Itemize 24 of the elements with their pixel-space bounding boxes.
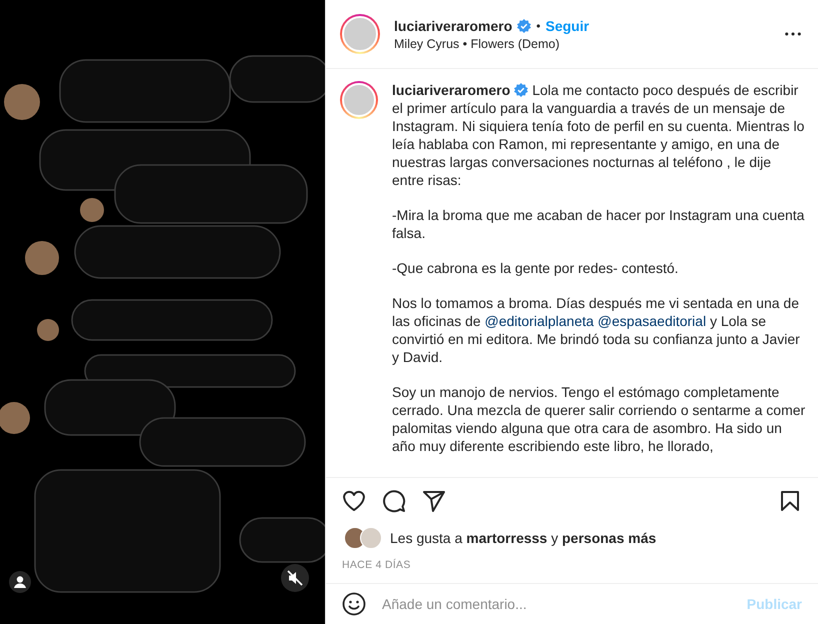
muted-speaker-icon[interactable] — [281, 564, 309, 592]
mention-link[interactable]: @espasaeditorial — [598, 313, 706, 329]
mention-link[interactable]: @editorialplaneta — [484, 313, 594, 329]
profile-avatar[interactable] — [340, 14, 380, 54]
emoji-icon[interactable] — [342, 592, 366, 616]
caption-paragraph: Nos lo tomamos a broma. Días después me vi sentada en una de las oficinas de @editorialplaneta @espasaeditorial y Lola se convirtió en mi editora. Me brindó toda su confianza junto a Javier y David. — [392, 294, 801, 366]
profile-avatar[interactable] — [340, 81, 378, 119]
username-link[interactable]: luciariveraromero — [392, 82, 510, 98]
post-timestamp: HACE 4 DÍAS — [341, 558, 412, 573]
caption-paragraph: Soy un manojo de nervios. Tengo el estómago completamente cerrado. Una mezcla de querer salir corriendo o sentarme a comer palomitas viendo alguna que otra cara de asombro. Ha sido un año muy diferente escribiendo este libro, he llorado, — [392, 383, 806, 455]
more-options-icon[interactable] — [784, 31, 802, 37]
caption-paragraph: -Que cabrona es la gente por redes- contestó. — [392, 259, 680, 277]
likes-summary: Les gusta a martorresss y personas más — [390, 530, 656, 546]
bookmark-icon[interactable] — [778, 489, 802, 513]
audio-track-link[interactable]: Miley Cyrus • Flowers (Demo) — [394, 36, 770, 50]
share-icon[interactable] — [422, 489, 446, 513]
heart-icon[interactable] — [342, 489, 366, 513]
caption-paragraph: -Mira la broma que me acaban de hacer por Instagram una cuenta falsa. — [392, 206, 806, 242]
caption-paragraph: luciariveraromero Lola me contacto poco después de escribir el primer artículo para la vanguardia a través de un mensaje de Instagram. Ni siquiera tenía foto de perfil en su cuenta. Mientras lo leía hablaba con Ramon, mi representante y amigo, en una de nuestras largas conversaciones nocturnas al teléfono , le dije entre risas: — [392, 81, 806, 189]
separator-dot: • — [536, 18, 540, 32]
user-tag-icon[interactable] — [9, 571, 31, 593]
comment-icon[interactable] — [382, 489, 406, 513]
username-link[interactable]: luciariveraromero — [394, 18, 512, 34]
liker-avatar[interactable] — [360, 527, 382, 549]
